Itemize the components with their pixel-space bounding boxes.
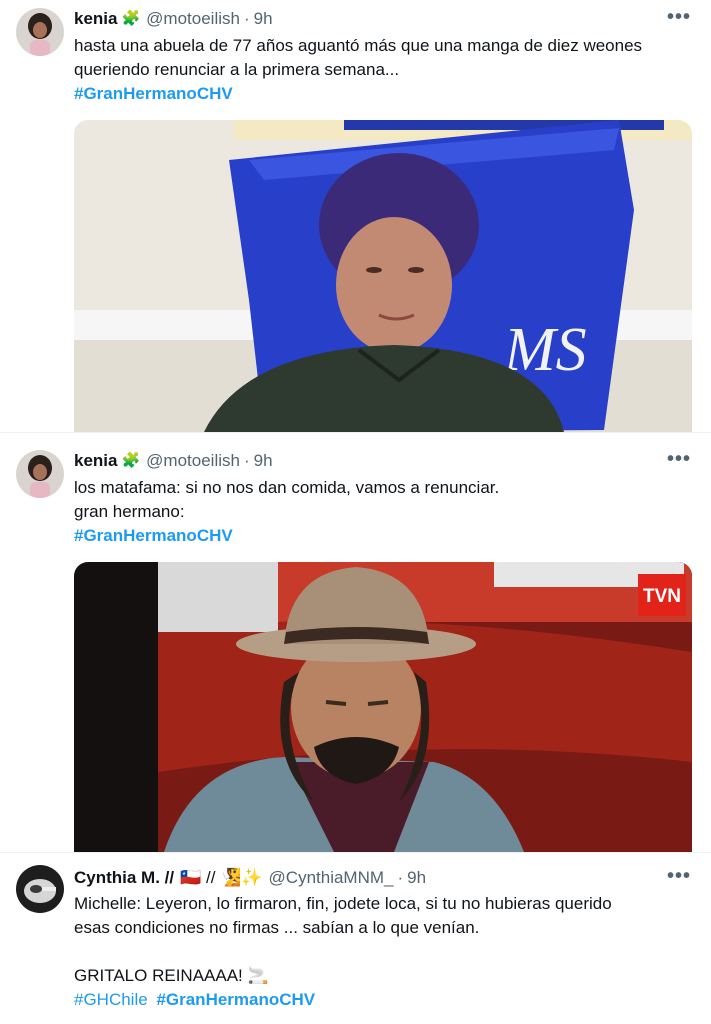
handle[interactable]: @CynthiaMNM_ xyxy=(269,867,394,889)
tweet-text: los matafama: si no nos dan comida, vamo… xyxy=(74,476,694,548)
tweet-header: Cynthia M. // 🇨🇱 // 🧏✨ @CynthiaMNM_ · 9h xyxy=(74,867,426,889)
avatar[interactable] xyxy=(16,8,64,56)
puzzle-badge-icon: 🧩 xyxy=(121,10,141,27)
tweet-header: kenia 🧩 @motoeilish · 9h xyxy=(74,8,273,30)
puzzle-badge-icon: 🧩 xyxy=(121,452,141,469)
hashtags-row: #GHChile #GranHermanoCHV xyxy=(74,988,694,1012)
tweet-header: kenia 🧩 @motoeilish · 9h xyxy=(74,450,273,472)
tweet-text: Michelle: Leyeron, lo firmaron, fin, jod… xyxy=(74,892,694,1012)
timestamp[interactable]: 9h xyxy=(407,867,426,889)
display-name[interactable]: kenia xyxy=(74,450,117,472)
hashtag-link[interactable]: #GHChile xyxy=(74,990,148,1009)
avatar[interactable] xyxy=(16,450,64,498)
divider xyxy=(0,432,711,433)
tweet-media-video[interactable]: TVN xyxy=(74,562,692,852)
tweet-2[interactable]: kenia 🧩 @motoeilish · 9h ••• los matafam… xyxy=(0,440,711,852)
handle[interactable]: @motoeilish xyxy=(146,8,240,30)
avatar[interactable] xyxy=(16,865,64,913)
hashtag-link[interactable]: #GranHermanoCHV xyxy=(74,82,694,106)
tweet-text-line: gran hermano: xyxy=(74,502,185,521)
tvn-logo-text: TVN xyxy=(643,586,681,607)
tweet-text-line: los matafama: si no nos dan comida, vamo… xyxy=(74,478,500,497)
tweet-text-line: GRITALO REINAAAA! 🚬 xyxy=(74,966,269,985)
tweet-text-line: hasta una abuela de 77 años aguantó más … xyxy=(74,36,643,55)
tweet-media-image[interactable]: MS xyxy=(74,120,692,432)
flag-emoji-icons: 🇨🇱 // 🧏✨ xyxy=(180,868,263,887)
hashtag-link[interactable]: #GranHermanoCHV xyxy=(74,524,694,548)
display-name[interactable]: kenia xyxy=(74,8,117,30)
handle[interactable]: @motoeilish xyxy=(146,450,240,472)
more-options-icon[interactable]: ••• xyxy=(667,448,691,471)
separator-dot: · xyxy=(243,451,250,470)
divider xyxy=(0,852,711,853)
display-name[interactable]: Cynthia M. // xyxy=(74,867,174,889)
tweet-text: hasta una abuela de 77 años aguantó más … xyxy=(74,34,694,106)
tweet-text-line: queriendo renunciar a la primera semana.… xyxy=(74,60,400,79)
separator-dot: · xyxy=(243,9,250,28)
separator-dot: · xyxy=(397,868,404,887)
hashtag-link[interactable]: #GranHermanoCHV xyxy=(156,990,315,1009)
more-options-icon[interactable]: ••• xyxy=(667,865,691,888)
tweet-3[interactable]: Cynthia M. // 🇨🇱 // 🧏✨ @CynthiaMNM_ · 9h… xyxy=(0,855,711,1024)
tweet-text-line: esas condiciones no firmas ... sabían a … xyxy=(74,918,480,937)
timestamp[interactable]: 9h xyxy=(254,8,273,30)
tweet-text-line: Michelle: Leyeron, lo firmaron, fin, jod… xyxy=(74,894,612,913)
tweet-1[interactable]: kenia 🧩 @motoeilish · 9h ••• hasta una a… xyxy=(0,0,711,432)
timestamp[interactable]: 9h xyxy=(254,450,273,472)
more-options-icon[interactable]: ••• xyxy=(667,6,691,29)
